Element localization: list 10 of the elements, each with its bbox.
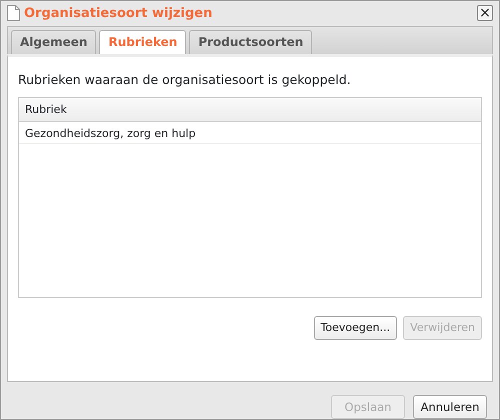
button[interactable]: Toevoegen...	[314, 316, 398, 340]
description-text: Rubrieken waaraan de organisatiesoort is gekoppeld.	[18, 70, 352, 89]
column-header[interactable]: Rubriek	[19, 98, 481, 122]
tab[interactable]: Algemeen	[11, 30, 96, 54]
table-cell[interactable]: Gezondheidszorg, zorg en hulp	[19, 122, 481, 144]
close-button[interactable]: ×	[477, 5, 493, 22]
document-icon	[7, 5, 20, 22]
window-title: Organisatiesoort wijzigen	[24, 4, 212, 23]
tab[interactable]: Productsoorten	[189, 30, 312, 54]
button[interactable]: Annuleren	[413, 395, 487, 419]
